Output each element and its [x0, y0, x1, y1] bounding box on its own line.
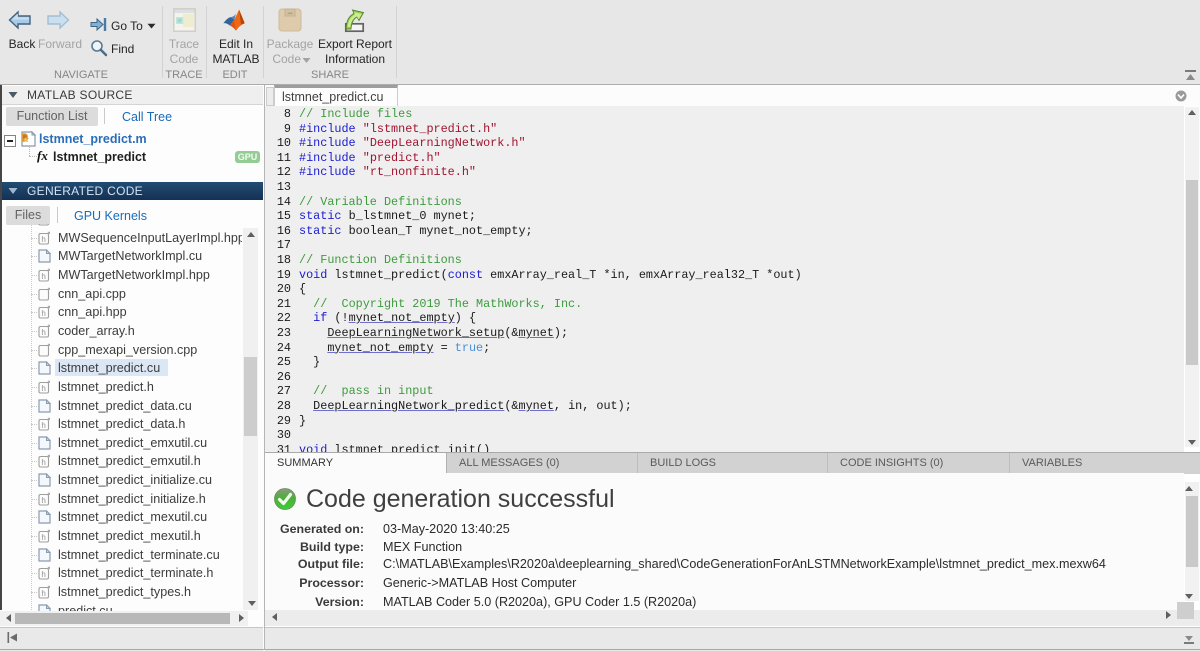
svg-text:h: h [41, 421, 45, 430]
svg-text:h: h [41, 234, 45, 243]
svg-text:h: h [41, 458, 45, 467]
svg-text:h: h [41, 384, 45, 393]
svg-text:h: h [41, 224, 45, 225]
svg-text:h: h [41, 309, 45, 318]
svg-text:h: h [41, 272, 45, 281]
svg-text:h: h [41, 570, 45, 579]
svg-text:h: h [41, 589, 45, 598]
svg-text:h: h [41, 533, 45, 542]
svg-text:h: h [41, 328, 45, 337]
svg-text:h: h [41, 496, 45, 505]
